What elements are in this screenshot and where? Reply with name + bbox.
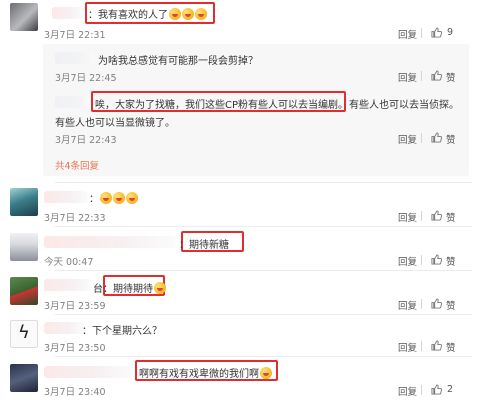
comment-time: 3月7日 23:40 — [44, 387, 106, 398]
separator — [55, 182, 472, 183]
like-count: 9 — [447, 27, 454, 38]
divider — [421, 71, 422, 81]
comment-text: ：期待新糖 — [179, 240, 229, 251]
smile-emoji-icon — [260, 367, 272, 379]
reply-username-blurred[interactable] — [55, 52, 95, 64]
comment-time: 3月7日 22:31 — [44, 30, 106, 41]
reply-button[interactable]: 回复 — [398, 298, 417, 312]
comment-time: 3月7日 23:50 — [44, 343, 106, 354]
divider — [421, 385, 422, 395]
smile-emoji-icon — [154, 282, 166, 294]
smile-emoji-icon — [195, 8, 207, 20]
reply-reply-button[interactable]: 回复 — [398, 132, 417, 146]
like-label[interactable]: 赞 — [446, 70, 456, 84]
comment-text: ：下个星期六么？ — [82, 326, 162, 337]
comment-text: 台：期待期待 — [93, 280, 166, 295]
smile-emoji-icon — [113, 192, 125, 204]
username-blurred[interactable] — [44, 322, 84, 334]
username-blurred[interactable] — [44, 279, 92, 291]
separator — [55, 356, 472, 357]
username-blurred[interactable] — [44, 366, 132, 378]
comment-text: ： — [89, 190, 138, 205]
thumb-up-icon[interactable] — [431, 210, 442, 221]
smile-emoji-icon — [126, 192, 138, 204]
reply-text: 为啥我总感觉有可能那一段会剪掉？ — [98, 56, 258, 67]
reply-button[interactable]: 回复 — [398, 27, 417, 41]
reply-text-highlighted: 唉，大家为了找糖，我们这些CP粉有些人可以去当编剧。 — [95, 100, 349, 111]
reply-text-tail: 有些人也可以去当侦探。 — [349, 100, 459, 111]
reply-username-blurred[interactable] — [55, 96, 90, 108]
comment-time: 3月7日 22:33 — [44, 213, 106, 224]
smile-emoji-icon — [182, 8, 194, 20]
separator — [55, 270, 472, 271]
reply-button[interactable]: 回复 — [398, 254, 417, 268]
reply-reply-button[interactable]: 回复 — [398, 70, 417, 84]
avatar[interactable] — [10, 277, 38, 305]
avatar[interactable]: ϟ — [10, 320, 38, 348]
comment-text: 啊啊有戏有戏卑微的我们啊 — [139, 365, 272, 380]
divider — [421, 341, 422, 351]
username-blurred[interactable] — [44, 236, 176, 248]
like-label[interactable]: 赞 — [446, 132, 456, 146]
like-label[interactable]: 赞 — [446, 210, 456, 224]
thumb-up-icon[interactable] — [431, 340, 442, 351]
smile-emoji-icon — [100, 192, 112, 204]
reply-time: 3月7日 22:43 — [55, 135, 117, 146]
like-label[interactable]: 赞 — [446, 298, 456, 312]
reply-button[interactable]: 回复 — [398, 340, 417, 354]
avatar[interactable] — [10, 3, 38, 31]
comment-time: 今天 00:47 — [44, 257, 94, 268]
reply-button[interactable]: 回复 — [398, 210, 417, 224]
reply-time: 3月7日 22:45 — [55, 73, 117, 84]
divider — [421, 133, 422, 143]
divider — [421, 211, 422, 221]
thumb-up-icon[interactable] — [431, 132, 442, 143]
more-replies-link[interactable]: 共4条回复 — [55, 158, 99, 172]
divider — [421, 299, 422, 309]
thumb-up-icon[interactable] — [431, 254, 442, 265]
thumb-up-icon[interactable] — [431, 384, 442, 395]
divider — [421, 28, 422, 38]
separator — [55, 226, 472, 227]
thumb-up-icon[interactable] — [431, 70, 442, 81]
like-count: 2 — [447, 384, 454, 395]
divider — [421, 255, 422, 265]
lightning-icon: ϟ — [18, 322, 30, 343]
comment-time: 3月7日 23:59 — [44, 301, 106, 312]
thumb-up-icon[interactable] — [431, 27, 442, 38]
smile-emoji-icon — [169, 8, 181, 20]
avatar[interactable] — [10, 233, 38, 261]
thumb-up-icon[interactable] — [431, 298, 442, 309]
avatar[interactable] — [10, 364, 38, 392]
avatar[interactable] — [10, 188, 38, 216]
username-blurred[interactable] — [52, 7, 84, 19]
comment-text: ：我有喜欢的人了 — [88, 6, 207, 21]
separator — [55, 314, 472, 315]
reply-button[interactable]: 回复 — [398, 384, 417, 398]
like-label[interactable]: 赞 — [446, 340, 456, 354]
reply-text-line2: 有些人也可以当显微镜了。 — [55, 118, 175, 129]
like-label[interactable]: 赞 — [446, 254, 456, 268]
username-blurred[interactable] — [44, 191, 88, 203]
